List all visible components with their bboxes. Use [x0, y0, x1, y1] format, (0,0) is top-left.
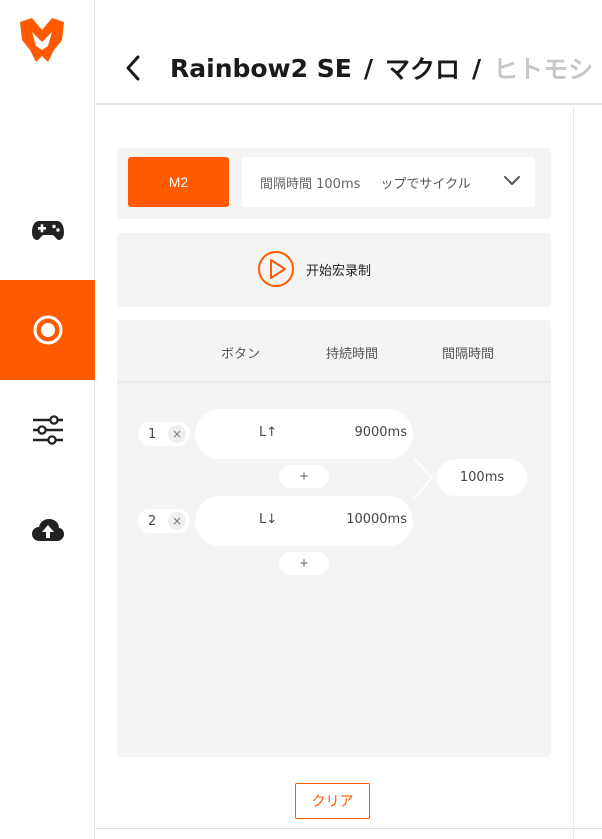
step-duration[interactable]: 10000ms — [346, 512, 407, 527]
sidebar-item-settings[interactable] — [0, 380, 95, 480]
step-index: 2 × — [138, 509, 190, 533]
breadcrumb-separator: / — [472, 53, 482, 83]
step-number: 2 — [148, 513, 157, 529]
step-key: L↓ — [259, 512, 278, 527]
breadcrumb-macro[interactable]: マクロ — [385, 50, 460, 86]
step-key-pill[interactable]: L↑ 9000ms — [195, 409, 413, 459]
breadcrumb: Rainbow2 SE / マクロ / ヒトモシ — [170, 50, 593, 86]
start-recording-button[interactable]: 开始宏录制 — [256, 249, 371, 289]
step-index: 1 × — [138, 422, 190, 446]
delete-step-button[interactable]: × — [168, 512, 186, 530]
table-header-divider — [117, 381, 551, 383]
loop-mode-value: ップでサイクル — [380, 176, 471, 192]
step-number: 1 — [148, 426, 157, 442]
sidebar-item-cloud[interactable] — [0, 480, 95, 580]
column-header-interval: 間隔時間 — [442, 347, 495, 362]
clear-button[interactable]: クリア — [295, 783, 370, 819]
brand-logo — [18, 16, 66, 64]
divider — [573, 107, 574, 839]
interval-connector-icon — [413, 457, 434, 499]
gamepad-icon — [31, 221, 64, 240]
bottom-divider — [96, 828, 602, 829]
sidebar-item-gamepad[interactable] — [0, 180, 95, 280]
add-step-button[interactable]: + — [279, 465, 329, 488]
step-key: L↑ — [259, 425, 278, 440]
sidebar — [0, 0, 95, 839]
breadcrumb-device[interactable]: Rainbow2 SE — [170, 54, 352, 83]
column-header-duration: 持続時間 — [326, 347, 379, 362]
interval-value[interactable]: 100ms — [437, 459, 527, 496]
column-header-button: ボタン — [221, 347, 261, 362]
macro-mode-select[interactable]: 間隔時間 100ms ップでサイクル — [242, 157, 535, 207]
header: Rainbow2 SE / マクロ / ヒトモシ — [96, 0, 602, 105]
breadcrumb-separator: / — [363, 53, 373, 83]
play-circle-icon — [258, 251, 294, 287]
step-key-pill[interactable]: L↓ 10000ms — [195, 496, 413, 546]
step-duration[interactable]: 9000ms — [354, 425, 407, 440]
record-label: 开始宏录制 — [306, 263, 372, 279]
sliders-icon — [32, 415, 63, 445]
breadcrumb-current: ヒトモシ — [493, 55, 594, 84]
chevron-left-icon — [126, 55, 140, 81]
macro-slot-button[interactable]: M2 — [128, 157, 229, 207]
chevron-down-icon — [504, 176, 520, 185]
cloud-upload-icon — [31, 519, 64, 541]
back-button[interactable] — [118, 50, 148, 86]
delete-step-button[interactable]: × — [168, 425, 186, 443]
add-step-button[interactable]: + — [279, 552, 329, 575]
record-macro-icon — [33, 315, 62, 345]
interval-setting: 間隔時間 100ms — [260, 176, 361, 192]
sidebar-item-macro[interactable] — [0, 280, 95, 380]
